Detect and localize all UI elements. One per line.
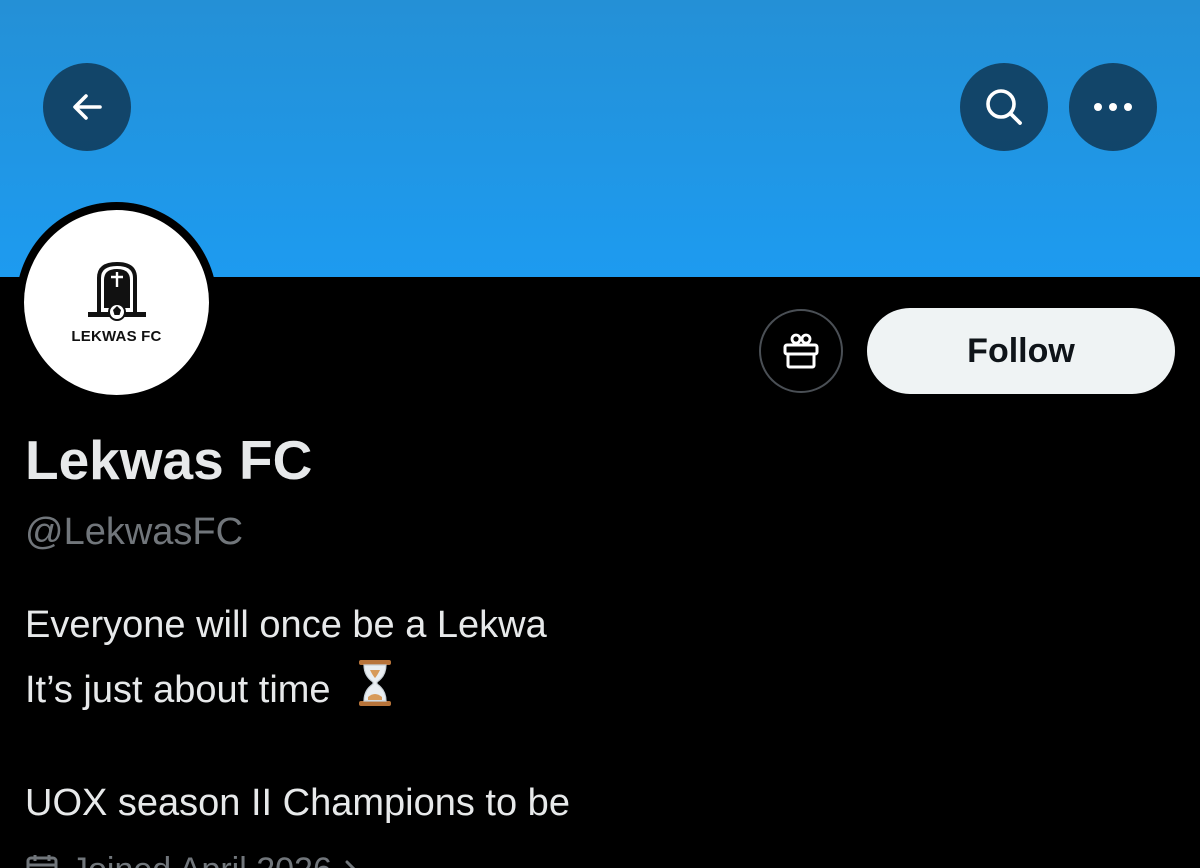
more-options-button[interactable] [1069,63,1157,151]
calendar-icon [26,855,58,868]
search-icon [986,89,1022,125]
display-name: Lekwas FC [25,429,313,491]
profile-page: LEKWAS FC Follow Lekwas FC @LekwasFC Eve… [0,0,1200,868]
bio-line-2: It’s just about time [25,660,395,722]
joined-date-row[interactable]: Joined April 2026 [25,850,360,868]
gift-button[interactable] [759,309,843,393]
bio-line-1: Everyone will once be a Lekwa [25,604,547,647]
more-horizontal-icon [1094,103,1132,111]
gift-icon [783,333,819,369]
tombstone-logo-icon [87,261,146,321]
avatar-logo-text: LEKWAS FC [71,328,162,345]
bio-line-3: UOX season II Champions to be [25,782,570,824]
hourglass-icon [355,658,395,718]
user-handle: @LekwasFC [25,511,244,553]
back-button[interactable] [43,63,131,151]
arrow-left-icon [73,94,102,120]
joined-date: Joined April 2026 [71,851,332,868]
avatar[interactable]: LEKWAS FC [24,210,209,395]
bio-line-1-text: Everyone will once be a Lekwa [25,604,547,646]
chevron-right-icon [345,860,355,868]
search-button[interactable] [960,63,1048,151]
bio-line-2-text: It’s just about time [25,669,331,712]
follow-button[interactable]: Follow [867,308,1175,394]
avatar-frame: LEKWAS FC [16,202,217,403]
